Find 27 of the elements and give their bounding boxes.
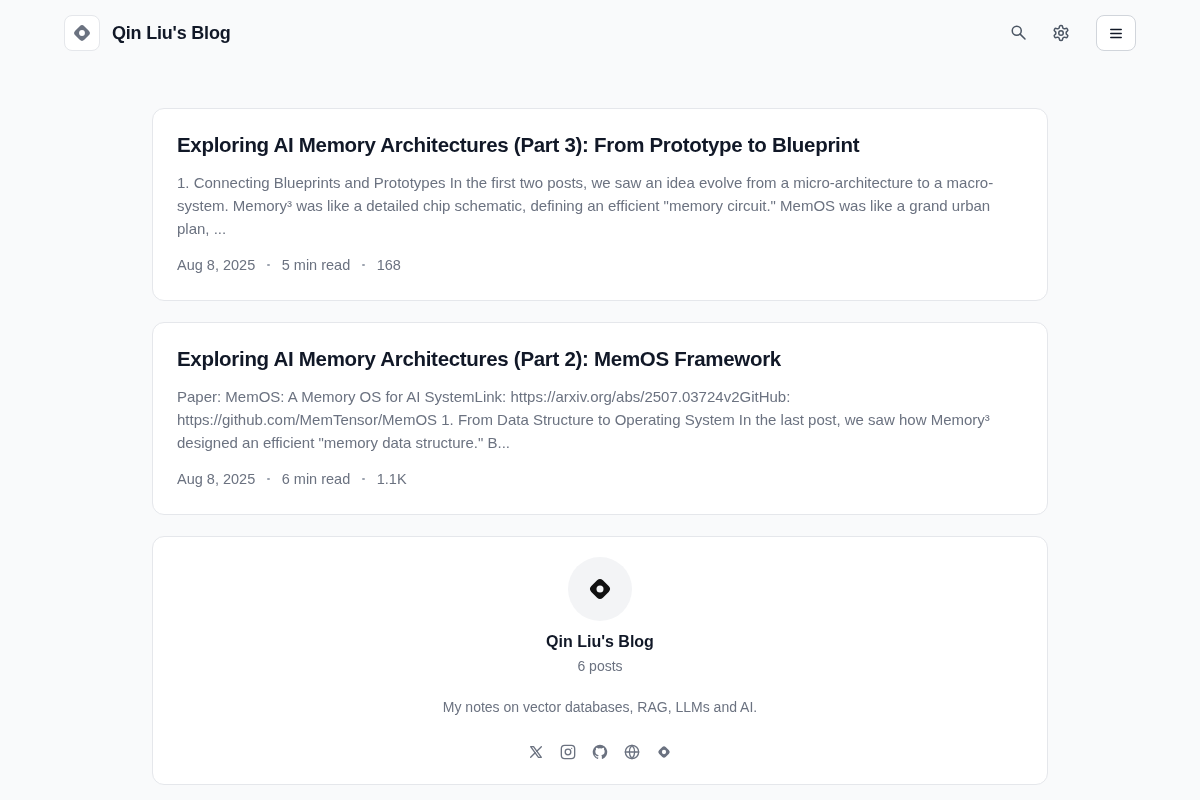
post-count: 6 posts [577, 657, 623, 676]
post-date: Aug 8, 2025 [177, 257, 256, 273]
dot-separator-icon [362, 263, 365, 267]
read-time: 6 min read [281, 471, 351, 487]
post-title[interactable]: Exploring AI Memory Architectures (Part 3): From Prototype to Blueprint [177, 131, 1023, 159]
site-title[interactable]: Qin Liu's Blog [112, 22, 231, 44]
view-count: 168 [376, 257, 401, 273]
github-icon[interactable] [592, 744, 608, 760]
globe-icon[interactable] [624, 744, 640, 760]
profile-name: Qin Liu's Blog [546, 632, 654, 652]
view-count: 1.1K [376, 471, 407, 487]
instagram-icon[interactable] [560, 744, 576, 760]
dot-separator-icon [362, 477, 365, 481]
dot-separator-icon [267, 477, 270, 481]
post-title[interactable]: Exploring AI Memory Architectures (Part 2): MemOS Framework [177, 345, 1023, 373]
dot-separator-icon [267, 263, 270, 267]
logo-icon[interactable] [64, 15, 100, 51]
post-excerpt: 1. Connecting Blueprints and Prototypes In the first two posts, we saw an idea evolve from a micro-architecture to a macro-system. Memory³ was like a detailed chip schematic, defining an efficient "memory circuit." MemOS was like a grand urban plan, ... [177, 173, 995, 239]
menu-icon [1109, 27, 1123, 39]
profile-bio: My notes on vector databases, RAG, LLMs and AI. [442, 698, 758, 717]
post-date: Aug 8, 2025 [177, 471, 256, 487]
settings-icon[interactable] [1052, 24, 1070, 42]
search-icon[interactable] [1010, 24, 1028, 42]
read-time: 5 min read [281, 257, 351, 273]
x-icon[interactable] [528, 744, 544, 760]
menu-button[interactable] [1096, 15, 1136, 51]
post-excerpt: Paper: MemOS: A Memory OS for AI SystemLink: https://arxiv.org/abs/2507.03724v2GitHub: https://github.com/MemTensor/MemOS 1. From Data Structure to Operating System In the last post, we saw how Memory³ designed an efficient "memory data structure." B... [177, 387, 991, 453]
